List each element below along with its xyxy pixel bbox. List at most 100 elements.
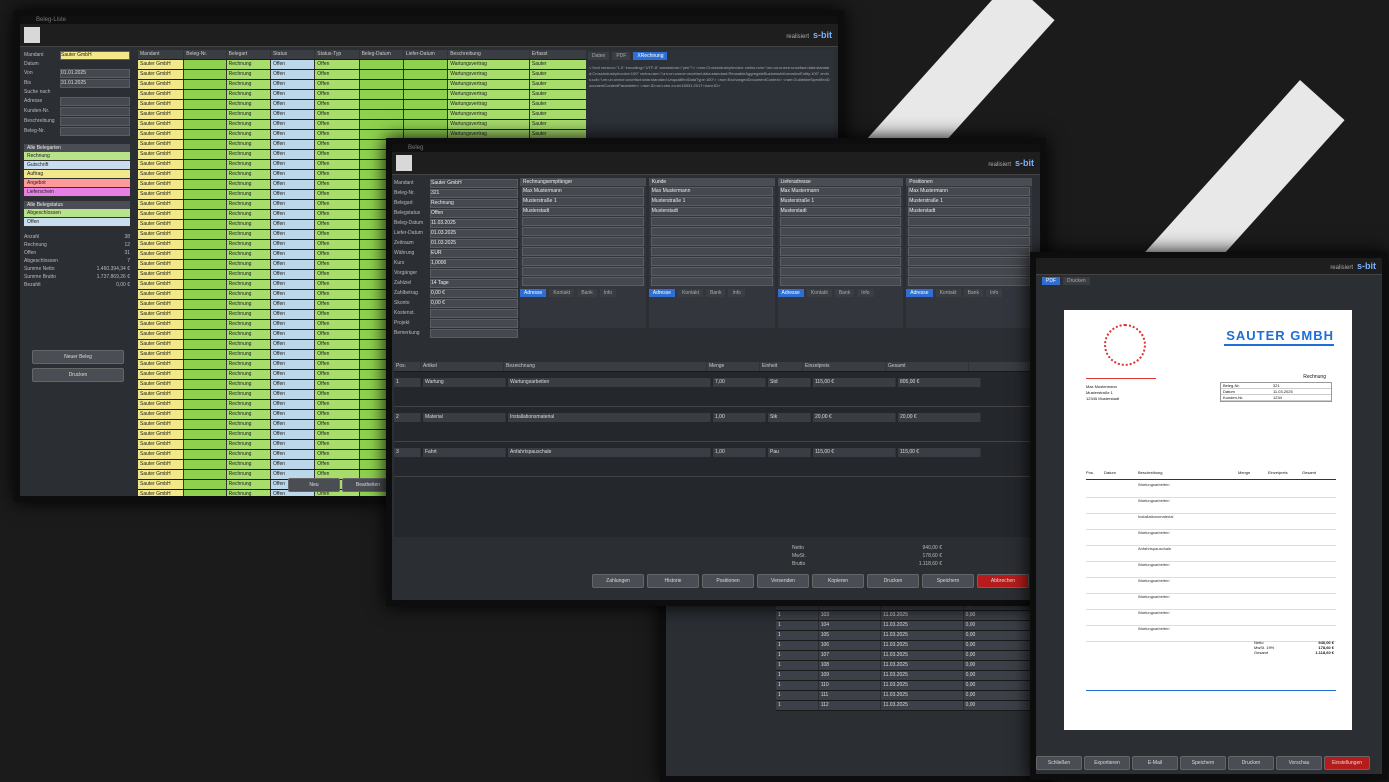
bis-date-input[interactable]: 31.01.2025 <box>60 78 130 88</box>
beleg-field-input[interactable]: 11.03.2025 <box>430 218 518 228</box>
beleg-field-input[interactable]: 01.03.2025 <box>430 238 518 248</box>
position-unit[interactable]: Pau <box>768 448 811 457</box>
table-row[interactable]: Sauter GmbHRechnungOffenOffenWartungsver… <box>138 90 588 100</box>
section-tab[interactable]: Info <box>599 289 617 297</box>
section-field-input[interactable] <box>779 256 902 266</box>
section-field-input[interactable] <box>522 276 644 286</box>
footer-button[interactable]: Speichern <box>1180 756 1226 770</box>
footer-button[interactable]: Vorschau <box>1276 756 1322 770</box>
payment-row[interactable]: 1 108 11.03.2025 0,00 <box>776 661 1036 671</box>
position-row[interactable]: 1 Wartung Wartungsarbeiten 7,00 Std 115,00 €8… <box>394 378 1030 407</box>
footer-button[interactable]: Zahlungen <box>592 574 644 588</box>
footer-button[interactable]: Kopieren <box>812 574 864 588</box>
position-desc[interactable]: Anfahrtspauschale <box>508 448 711 457</box>
column-header[interactable]: Belegart <box>227 50 271 59</box>
section-field-input[interactable]: Max Mustermann <box>522 186 644 196</box>
position-price[interactable]: 115,00 € <box>813 448 896 457</box>
position-article[interactable]: Material <box>423 413 506 422</box>
payment-row[interactable]: 1 105 11.03.2025 0,00 <box>776 631 1036 641</box>
column-header[interactable]: Beschreibung <box>448 50 530 59</box>
von-date-input[interactable]: 01.01.2025 <box>60 68 130 78</box>
beleg-field-input[interactable] <box>430 308 518 318</box>
position-qty[interactable]: 1,00 <box>713 413 766 422</box>
tab-pdf[interactable]: PDF <box>612 52 631 60</box>
beleg-field-input[interactable]: Sauter GmbH <box>430 178 518 188</box>
column-header[interactable]: Erfasst <box>530 50 588 59</box>
section-field-input[interactable] <box>650 236 773 246</box>
position-desc[interactable]: Installationsmaterial <box>508 413 711 422</box>
footer-button[interactable]: Einstellungen <box>1324 756 1370 770</box>
section-tab[interactable]: Kontakt <box>678 289 704 297</box>
footer-button[interactable]: Historie <box>647 574 699 588</box>
beleg-field-input[interactable]: 321 <box>430 188 518 198</box>
section-tab[interactable]: Adresse <box>520 289 547 297</box>
table-row[interactable]: Sauter GmbHRechnungOffenOffenWartungsver… <box>138 60 588 70</box>
beleg-field-input[interactable]: 1,0000 <box>430 258 518 268</box>
payment-row[interactable]: 1 104 11.03.2025 0,00 <box>776 621 1036 631</box>
section-field-input[interactable] <box>522 216 644 226</box>
menu-icon[interactable] <box>396 155 412 171</box>
belegart-filter-item[interactable]: Auftrag <box>24 170 130 179</box>
beleg-field-input[interactable] <box>430 268 518 278</box>
column-header[interactable]: Status-Typ <box>315 50 360 59</box>
position-qty[interactable]: 7,00 <box>713 378 766 387</box>
search-field-input[interactable] <box>60 96 130 106</box>
footer-button[interactable]: Exportieren <box>1084 756 1130 770</box>
payment-row[interactable]: 1 107 11.03.2025 0,00 <box>776 651 1036 661</box>
section-field-input[interactable]: Max Mustermann <box>650 186 773 196</box>
section-field-input[interactable] <box>779 236 902 246</box>
section-field-input[interactable] <box>522 246 644 256</box>
section-field-input[interactable]: Max Mustermann <box>779 186 902 196</box>
section-field-input[interactable] <box>908 276 1030 286</box>
tab-xrechnung[interactable]: XRechnung <box>633 52 668 60</box>
beleg-field-input[interactable]: Offen <box>430 208 518 218</box>
payment-row[interactable]: 1 103 11.03.2025 0,00 <box>776 611 1036 621</box>
footer-button[interactable]: Drucken <box>1228 756 1274 770</box>
section-tab[interactable]: Info <box>728 289 745 297</box>
belegstatus-filter-item[interactable]: Offen <box>24 218 130 227</box>
section-field-input[interactable] <box>650 226 773 236</box>
menu-icon[interactable] <box>24 27 40 43</box>
section-field-input[interactable] <box>650 266 773 276</box>
section-field-input[interactable] <box>908 246 1030 256</box>
section-tab[interactable]: Kontakt <box>935 289 961 297</box>
section-tab[interactable]: Bank <box>963 289 983 297</box>
footer-button[interactable]: Positionen <box>702 574 754 588</box>
position-article[interactable]: Fahrt <box>423 448 506 457</box>
payment-row[interactable]: 1 110 11.03.2025 0,00 <box>776 681 1036 691</box>
payment-row[interactable]: 1 109 11.03.2025 0,00 <box>776 671 1036 681</box>
position-price[interactable]: 20,00 € <box>813 413 896 422</box>
section-field-input[interactable] <box>650 246 773 256</box>
footer-button[interactable]: Drucken <box>867 574 919 588</box>
mandant-select[interactable]: Sauter GmbH <box>60 50 130 60</box>
beleg-field-input[interactable]: 01.03.2025 <box>430 228 518 238</box>
position-row[interactable]: 3 Fahrt Anfahrtspauschale 1,00 Pau 115,00 €11… <box>394 448 1030 477</box>
beleg-field-input[interactable]: Rechnung <box>430 198 518 208</box>
section-field-input[interactable] <box>779 226 902 236</box>
position-article[interactable]: Wartung <box>423 378 506 387</box>
belegstatus-filter-item[interactable]: Abgeschlossen <box>24 209 130 218</box>
column-header[interactable]: Status <box>271 50 316 59</box>
section-field-input[interactable] <box>908 216 1030 226</box>
position-desc[interactable]: Wartungsarbeiten <box>508 378 711 387</box>
table-row[interactable]: Sauter GmbHRechnungOffenOffenWartungsver… <box>138 110 588 120</box>
section-field-input[interactable] <box>908 266 1030 276</box>
preview-tab[interactable]: Drucken <box>1063 277 1090 285</box>
column-header[interactable]: Beleg-Datum <box>360 50 404 59</box>
footer-button[interactable]: Speichern <box>922 574 974 588</box>
section-field-input[interactable] <box>908 236 1030 246</box>
section-field-input[interactable] <box>908 256 1030 266</box>
footer-button[interactable]: Versenden <box>757 574 809 588</box>
payment-row[interactable]: 1 112 11.03.2025 0,00 <box>776 701 1036 711</box>
section-field-input[interactable] <box>779 276 902 286</box>
print-button[interactable]: Drucken <box>32 368 124 382</box>
section-tab[interactable]: Bank <box>706 289 726 297</box>
section-field-input[interactable] <box>779 246 902 256</box>
belegart-filter-item[interactable]: Lieferschein <box>24 188 130 197</box>
section-field-input[interactable] <box>908 226 1030 236</box>
table-row[interactable]: Sauter GmbHRechnungOffenOffenWartungsver… <box>138 70 588 80</box>
search-field-input[interactable] <box>60 126 130 136</box>
section-tab[interactable]: Bank <box>834 289 855 297</box>
column-header[interactable]: Beleg-Nr. <box>184 50 227 59</box>
belegart-filter-item[interactable]: Gutschrift <box>24 161 130 170</box>
